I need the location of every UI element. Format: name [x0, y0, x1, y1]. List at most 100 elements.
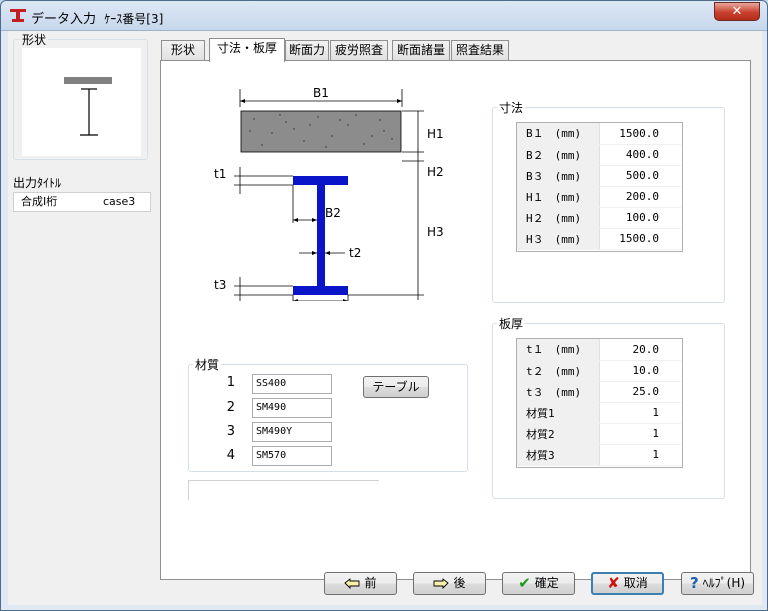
shape-group: 形状 — [13, 31, 148, 160]
output-title-text: 合成I桁 — [21, 195, 58, 208]
material-group-label: 材質 — [193, 356, 222, 373]
tab-label: 断面力 — [288, 43, 325, 57]
table-row[interactable]: B１ (mm) 1500.0 — [517, 123, 681, 145]
material-num-1: 1 — [226, 375, 235, 390]
next-button[interactable]: 後 — [413, 572, 486, 595]
prev-button[interactable]: 前 — [324, 572, 397, 595]
thickness-table: t１ (mm) 20.0 t２ (mm) 10.0 t３ (mm) 25.0 材質1 1… — [517, 339, 681, 466]
row-value-material3[interactable]: 1 — [599, 444, 681, 466]
checkmark-icon: ✔ — [518, 574, 531, 592]
tab-section-props[interactable]: 断面諸量 — [392, 40, 450, 61]
title-main: データ入力 — [31, 12, 97, 27]
output-title-field[interactable]: 合成I桁 case3 — [13, 192, 151, 212]
table-row[interactable]: H２ (mm) 100.0 — [517, 207, 681, 229]
table-row[interactable]: 材質1 1 — [517, 402, 681, 424]
cancel-label: 取消 — [623, 576, 648, 590]
tab-label: 寸法・板厚 — [216, 41, 277, 55]
tab-fatigue-check[interactable]: 疲労照査 — [330, 40, 388, 61]
row-value-h2[interactable]: 100.0 — [599, 207, 681, 229]
dimensions-table: B１ (mm) 1500.0 B２ (mm) 400.0 B３ (mm) 500.0 … — [517, 123, 681, 250]
tab-shape[interactable]: 形状 — [161, 40, 205, 61]
table-row[interactable]: t３ (mm) 25.0 — [517, 381, 681, 403]
help-button[interactable]: ? ﾍﾙﾌﾟ(H) — [681, 572, 754, 595]
tab-check-results[interactable]: 照査結果 — [451, 40, 509, 61]
material-field-1[interactable]: SS400 — [252, 374, 332, 394]
row-label: 材質1 — [517, 402, 600, 424]
output-case-text: case3 — [103, 195, 136, 208]
row-value-b3[interactable]: 500.0 — [599, 165, 681, 187]
material-num-2: 2 — [226, 400, 235, 415]
table-button[interactable]: テーブル — [363, 376, 429, 398]
table-row[interactable]: t１ (mm) 20.0 — [517, 339, 681, 361]
dialog-window: データ入力 ｹｰｽ番号[3] ✕ 形状 出力ﾀｲﾄﾙ 合成I桁 case3 形状… — [0, 0, 768, 611]
label-B1: B1 — [313, 86, 329, 100]
row-value-t3[interactable]: 25.0 — [599, 381, 681, 403]
cross-section-diagram: B1 H1 H2 H3 t1 B2 t2 t3 — [214, 86, 444, 301]
label-B2: B2 — [325, 206, 341, 220]
row-value-t2[interactable]: 10.0 — [599, 360, 681, 382]
cancel-button[interactable]: ✘ 取消 — [591, 572, 664, 595]
row-label: t１ (mm) — [517, 339, 600, 361]
row-value-b2[interactable]: 400.0 — [599, 144, 681, 166]
tab-dimensions[interactable]: 寸法・板厚 — [209, 38, 285, 62]
shape-group-label: 形状 — [20, 31, 49, 48]
help-label: ﾍﾙﾌﾟ(H) — [702, 576, 746, 590]
row-label: t３ (mm) — [517, 381, 600, 403]
row-label: 材質2 — [517, 423, 600, 445]
prev-label: 前 — [364, 576, 377, 590]
top-flange — [293, 176, 348, 185]
table-row[interactable]: B２ (mm) 400.0 — [517, 144, 681, 166]
table-row[interactable]: B３ (mm) 500.0 — [517, 165, 681, 187]
row-value-material2[interactable]: 1 — [599, 423, 681, 445]
row-label: H３ (mm) — [517, 228, 600, 250]
client-area: 形状 出力ﾀｲﾄﾙ 合成I桁 case3 形状 寸法・板厚 断面力 疲労照査 断… — [8, 31, 762, 605]
row-value-material1[interactable]: 1 — [599, 402, 681, 424]
row-label: B１ (mm) — [517, 123, 600, 145]
material-num-3: 3 — [226, 424, 235, 439]
table-row[interactable]: 材質2 1 — [517, 423, 681, 445]
window-title: データ入力 ｹｰｽ番号[3] — [31, 8, 163, 27]
row-value-h3[interactable]: 1500.0 — [599, 228, 681, 250]
deck-slab — [240, 110, 402, 153]
label-t1: t1 — [214, 167, 226, 181]
confirm-button[interactable]: ✔ 確定 — [502, 572, 575, 595]
confirm-label: 確定 — [534, 576, 559, 590]
material-field-3[interactable]: SM490Y — [252, 422, 332, 442]
table-row[interactable]: t２ (mm) 10.0 — [517, 360, 681, 382]
material-field-4[interactable]: SM570 — [252, 446, 332, 466]
cancel-x-icon: ✘ — [607, 574, 620, 592]
table-row[interactable]: H１ (mm) 200.0 — [517, 186, 681, 208]
status-field — [188, 480, 379, 500]
close-icon: ✕ — [731, 4, 743, 19]
row-label: H１ (mm) — [517, 186, 600, 208]
title-bar[interactable]: データ入力 ｹｰｽ番号[3] ✕ — [1, 1, 767, 31]
tab-label: 疲労照査 — [334, 43, 383, 57]
row-value-t1[interactable]: 20.0 — [599, 339, 681, 361]
row-label: t２ (mm) — [517, 360, 600, 382]
row-label: 材質3 — [517, 444, 600, 466]
label-H2: H2 — [427, 165, 444, 179]
dimensions-group-label: 寸法 — [497, 99, 526, 116]
shape-preview — [22, 48, 141, 156]
row-value-h1[interactable]: 200.0 — [599, 186, 681, 208]
bottom-flange — [293, 286, 348, 295]
material-num-4: 4 — [226, 448, 235, 463]
row-label: B３ (mm) — [517, 165, 600, 187]
row-label: B２ (mm) — [517, 144, 600, 166]
material-field-2[interactable]: SM490 — [252, 398, 332, 418]
next-hand-icon — [434, 578, 450, 589]
thickness-group: 板厚 t１ (mm) 20.0 t２ (mm) 10.0 t３ (mm) 25.0 材… — [492, 315, 725, 499]
tab-section-force[interactable]: 断面力 — [285, 40, 329, 61]
output-title-label: 出力ﾀｲﾄﾙ — [13, 176, 62, 190]
close-button[interactable]: ✕ — [714, 2, 760, 21]
label-t2: t2 — [349, 246, 361, 260]
table-row[interactable]: H３ (mm) 1500.0 — [517, 228, 681, 250]
tab-panel-dimensions: B1 H1 H2 H3 t1 B2 t2 t3 材質 1 SS400 2 SM4… — [160, 60, 751, 580]
next-label: 後 — [453, 576, 466, 590]
prev-hand-icon — [344, 578, 360, 589]
i-girder-thumbnail — [64, 77, 112, 136]
row-value-b1[interactable]: 1500.0 — [599, 123, 681, 145]
thickness-group-label: 板厚 — [497, 315, 526, 332]
table-row[interactable]: 材質3 1 — [517, 444, 681, 466]
dimensions-group: 寸法 B１ (mm) 1500.0 B２ (mm) 400.0 B３ (mm) 500… — [492, 99, 725, 303]
